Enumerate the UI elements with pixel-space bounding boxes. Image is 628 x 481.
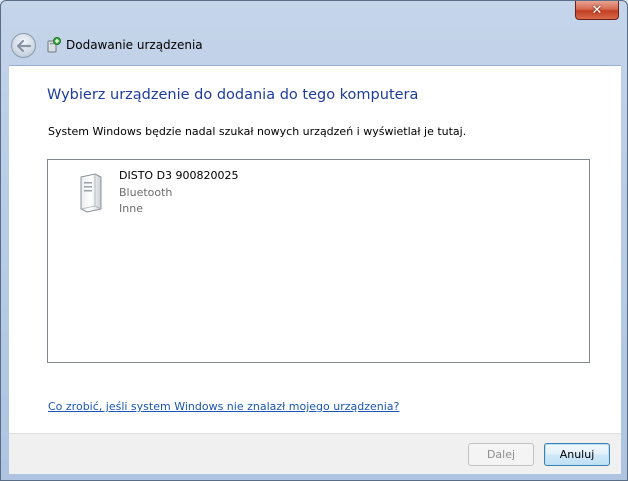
back-arrow-icon [16, 39, 31, 52]
title-bar: ✕ Dodawanie urządzenia [1, 1, 627, 65]
device-list[interactable]: DISTO D3 900820025 Bluetooth Inne [47, 159, 590, 363]
add-device-icon [47, 37, 61, 53]
next-button-label: Dalej [486, 448, 516, 461]
device-name: DISTO D3 900820025 [119, 169, 239, 182]
next-button[interactable]: Dalej [468, 443, 534, 466]
help-link[interactable]: Co zrobić, jeśli system Windows nie znal… [48, 400, 399, 413]
device-tower-icon [80, 173, 102, 213]
back-button[interactable] [11, 33, 36, 58]
main-content: Wybierz urządzenie do dodania do tego ko… [9, 65, 621, 433]
device-type: Bluetooth [119, 185, 173, 199]
close-icon: ✕ [591, 2, 603, 18]
cancel-button[interactable]: Anuluj [544, 443, 610, 466]
add-device-window: ✕ Dodawanie urządzenia Wybierz urządzeni… [0, 0, 628, 481]
close-button[interactable]: ✕ [575, 1, 619, 20]
button-bar: Dalej Anuluj [9, 433, 621, 474]
device-item[interactable]: DISTO D3 900820025 Bluetooth Inne [72, 168, 292, 220]
page-heading: Wybierz urządzenie do dodania do tego ko… [47, 87, 419, 103]
window-title: Dodawanie urządzenia [66, 38, 203, 52]
device-category: Inne [119, 202, 143, 215]
page-description: System Windows będzie nadal szukał nowyc… [48, 125, 467, 138]
cancel-button-label: Anuluj [559, 448, 595, 461]
